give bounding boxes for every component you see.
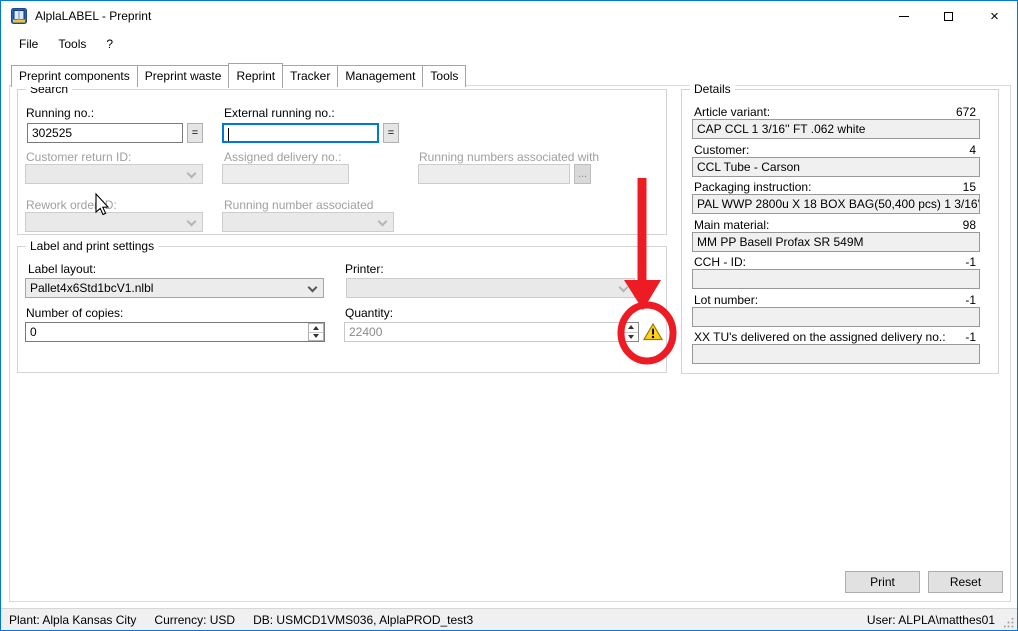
- packaging-instruction-value: PAL WWP 2800u X 18 BOX BAG(50,400 pcs) 1…: [692, 194, 980, 214]
- quantity-spinner[interactable]: [623, 322, 639, 342]
- quantity-input[interactable]: 22400: [344, 322, 621, 342]
- number-of-copies-label: Number of copies:: [26, 306, 123, 320]
- running-number-associated-label: Running number associated: [224, 198, 373, 212]
- tab-strip: Preprint components Preprint waste Repri…: [11, 63, 465, 87]
- tab-preprint-waste[interactable]: Preprint waste: [137, 65, 230, 87]
- spinner-down-icon[interactable]: [309, 332, 323, 341]
- running-no-label: Running no.:: [26, 106, 94, 120]
- assigned-delivery-no-label: Assigned delivery no.:: [224, 150, 341, 164]
- number-of-copies-spinner[interactable]: [308, 323, 324, 341]
- cch-id-number: -1: [965, 255, 976, 269]
- resize-grip[interactable]: [1004, 618, 1014, 628]
- running-no-input[interactable]: 302525: [27, 123, 183, 143]
- running-no-equals-button[interactable]: =: [187, 123, 203, 143]
- text-caret: [228, 128, 229, 141]
- spinner-up-icon[interactable]: [309, 324, 323, 332]
- lot-number-value: [692, 307, 980, 327]
- tab-management[interactable]: Management: [337, 65, 423, 87]
- menu-file[interactable]: File: [9, 31, 48, 57]
- browse-button[interactable]: ...: [574, 164, 591, 184]
- detail-row: Main material: 98: [687, 218, 1003, 232]
- main-material-label: Main material:: [694, 218, 769, 232]
- spinner-up-icon[interactable]: [624, 323, 638, 332]
- tab-preprint-components[interactable]: Preprint components: [11, 65, 138, 87]
- app-icon: [11, 8, 27, 24]
- details-group-title: Details: [690, 82, 735, 96]
- running-number-associated-combobox[interactable]: [222, 212, 394, 232]
- detail-row: Packaging instruction: 15: [687, 180, 1003, 194]
- cch-id-label: CCH - ID:: [694, 255, 746, 269]
- external-running-no-equals-button[interactable]: =: [383, 123, 399, 143]
- close-icon: ×: [990, 9, 999, 24]
- tus-delivered-number: -1: [965, 330, 976, 344]
- customer-return-id-label: Customer return ID:: [26, 150, 131, 164]
- status-currency: Currency: USD: [154, 613, 235, 627]
- label-layout-value: Pallet4x6Std1bcV1.nlbl: [30, 281, 153, 295]
- detail-row: Lot number: -1: [687, 293, 1003, 307]
- number-of-copies-input[interactable]: 0: [25, 322, 325, 342]
- status-plant: Plant: Alpla Kansas City: [9, 613, 136, 627]
- running-numbers-associated-with-input[interactable]: [418, 164, 570, 184]
- lot-number-number: -1: [965, 293, 976, 307]
- tab-tracker[interactable]: Tracker: [282, 65, 338, 87]
- app-window: AlplaLABEL - Preprint × File Tools ? Pre…: [0, 0, 1018, 631]
- close-button[interactable]: ×: [972, 1, 1017, 31]
- article-variant-label: Article variant:: [694, 105, 770, 119]
- tus-delivered-label: XX TU's delivered on the assigned delive…: [694, 330, 946, 344]
- lot-number-label: Lot number:: [694, 293, 758, 307]
- maximize-icon: [944, 12, 953, 21]
- external-running-no-input[interactable]: [222, 123, 379, 143]
- chevron-down-icon: [619, 283, 629, 293]
- detail-row: XX TU's delivered on the assigned delive…: [687, 330, 1003, 344]
- packaging-instruction-number: 15: [963, 180, 976, 194]
- titlebar[interactable]: AlplaLABEL - Preprint ×: [1, 1, 1017, 31]
- status-user: User: ALPLA\matthes01: [867, 613, 995, 627]
- tab-tools[interactable]: Tools: [422, 65, 466, 87]
- detail-row: CCH - ID: -1: [687, 255, 1003, 269]
- main-material-value: MM PP Basell Profax SR 549M: [692, 232, 980, 252]
- main-material-number: 98: [963, 218, 976, 232]
- window-title: AlplaLABEL - Preprint: [35, 9, 151, 23]
- label-print-settings-title: Label and print settings: [26, 239, 158, 253]
- article-variant-number: 672: [956, 105, 976, 119]
- warning-icon: [643, 323, 663, 341]
- cch-id-value: [692, 269, 980, 289]
- spinner-down-icon[interactable]: [624, 332, 638, 342]
- quantity-label: Quantity:: [345, 306, 393, 320]
- menu-help[interactable]: ?: [96, 31, 123, 57]
- packaging-instruction-label: Packaging instruction:: [694, 180, 811, 194]
- running-numbers-associated-with-label: Running numbers associated with: [419, 150, 599, 164]
- rework-order-id-combobox[interactable]: [25, 212, 203, 232]
- minimize-button[interactable]: [881, 1, 926, 31]
- detail-row: Customer: 4: [687, 143, 1003, 157]
- chevron-down-icon: [378, 217, 388, 227]
- tus-delivered-value: [692, 344, 980, 364]
- print-button[interactable]: Print: [845, 571, 920, 593]
- customer-label: Customer:: [694, 143, 749, 157]
- chevron-down-icon: [187, 169, 197, 179]
- label-layout-combobox[interactable]: Pallet4x6Std1bcV1.nlbl: [25, 278, 324, 298]
- minimize-icon: [899, 16, 909, 17]
- printer-label: Printer:: [345, 262, 384, 276]
- external-running-no-label: External running no.:: [224, 106, 335, 120]
- menu-tools[interactable]: Tools: [48, 31, 96, 57]
- statusbar: Plant: Alpla Kansas City Currency: USD D…: [1, 608, 1017, 631]
- assigned-delivery-no-input[interactable]: [222, 164, 349, 184]
- rework-order-id-label: Rework order ID:: [26, 198, 117, 212]
- maximize-button[interactable]: [926, 1, 971, 31]
- printer-combobox[interactable]: [346, 278, 635, 298]
- reprint-tab-page: Search Running no.: 302525 = External ru…: [9, 85, 1011, 602]
- chevron-down-icon: [308, 283, 318, 293]
- status-db: DB: USMCD1VMS036, AlplaPROD_test3: [253, 613, 473, 627]
- reset-button[interactable]: Reset: [928, 571, 1003, 593]
- tab-reprint[interactable]: Reprint: [228, 63, 283, 88]
- customer-return-id-combobox[interactable]: [25, 164, 203, 184]
- customer-value: CCL Tube - Carson: [692, 157, 980, 177]
- customer-number: 4: [969, 143, 976, 157]
- menubar: File Tools ?: [1, 31, 1017, 57]
- detail-row: Article variant: 672: [687, 105, 1003, 119]
- label-layout-label: Label layout:: [28, 262, 96, 276]
- chevron-down-icon: [187, 217, 197, 227]
- article-variant-value: CAP CCL 1 3/16'' FT .062 white: [692, 119, 980, 139]
